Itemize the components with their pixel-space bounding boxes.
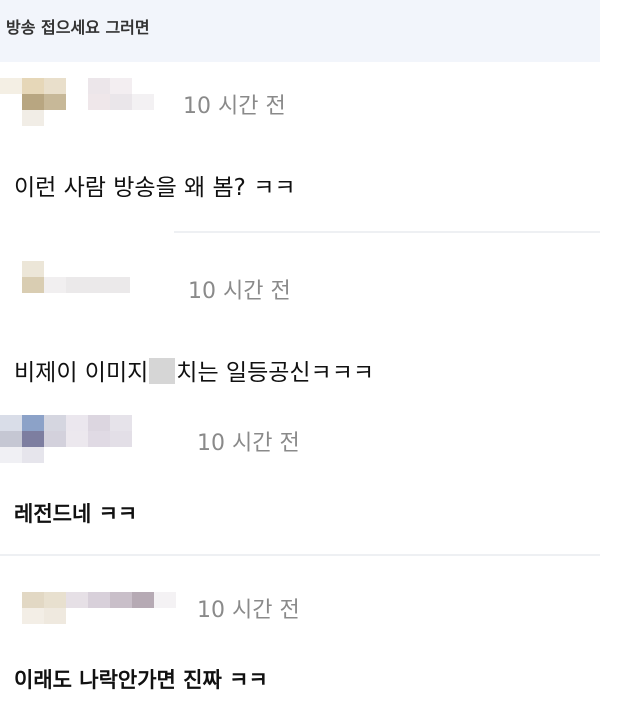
comment-text: 비제이 이미지 치는 일등공신ㅋㅋㅋ [14, 353, 374, 387]
comment-text-part: 치는 일등공신ㅋㅋㅋ [176, 360, 375, 386]
comment-timestamp: 10 시간 전 [197, 598, 300, 623]
comment-item: 10 시간 전 비제이 이미지 치는 일등공신ㅋㅋㅋ [0, 233, 625, 405]
avatar [0, 415, 154, 463]
avatar [0, 78, 154, 126]
post-title-bar: 방송 접으세요 그러면 [0, 0, 600, 62]
comment-text: 이런 사람 방송을 왜 봄? ㅋㅋ [14, 175, 296, 201]
comment-timestamp: 10 시간 전 [197, 431, 300, 456]
comment-item: 10 시간 전 이래도 나락안가면 진짜 ㅋㅋ [0, 556, 625, 717]
censored-block [149, 358, 176, 384]
comment-item: 10 시간 전 레전드네 ㅋㅋ [0, 405, 625, 555]
comment-text: 레전드네 ㅋㅋ [14, 502, 138, 526]
avatar [22, 261, 130, 293]
comment-text: 이래도 나락안가면 진짜 ㅋㅋ [14, 668, 268, 692]
post-title: 방송 접으세요 그러면 [6, 18, 150, 37]
avatar [22, 592, 176, 624]
comment-text-part: 비제이 이미지 [14, 360, 149, 386]
comment-timestamp: 10 시간 전 [188, 279, 291, 304]
comment-item: 10 시간 전 이런 사람 방송을 왜 봄? ㅋㅋ [0, 62, 625, 232]
comment-timestamp: 10 시간 전 [183, 94, 286, 119]
